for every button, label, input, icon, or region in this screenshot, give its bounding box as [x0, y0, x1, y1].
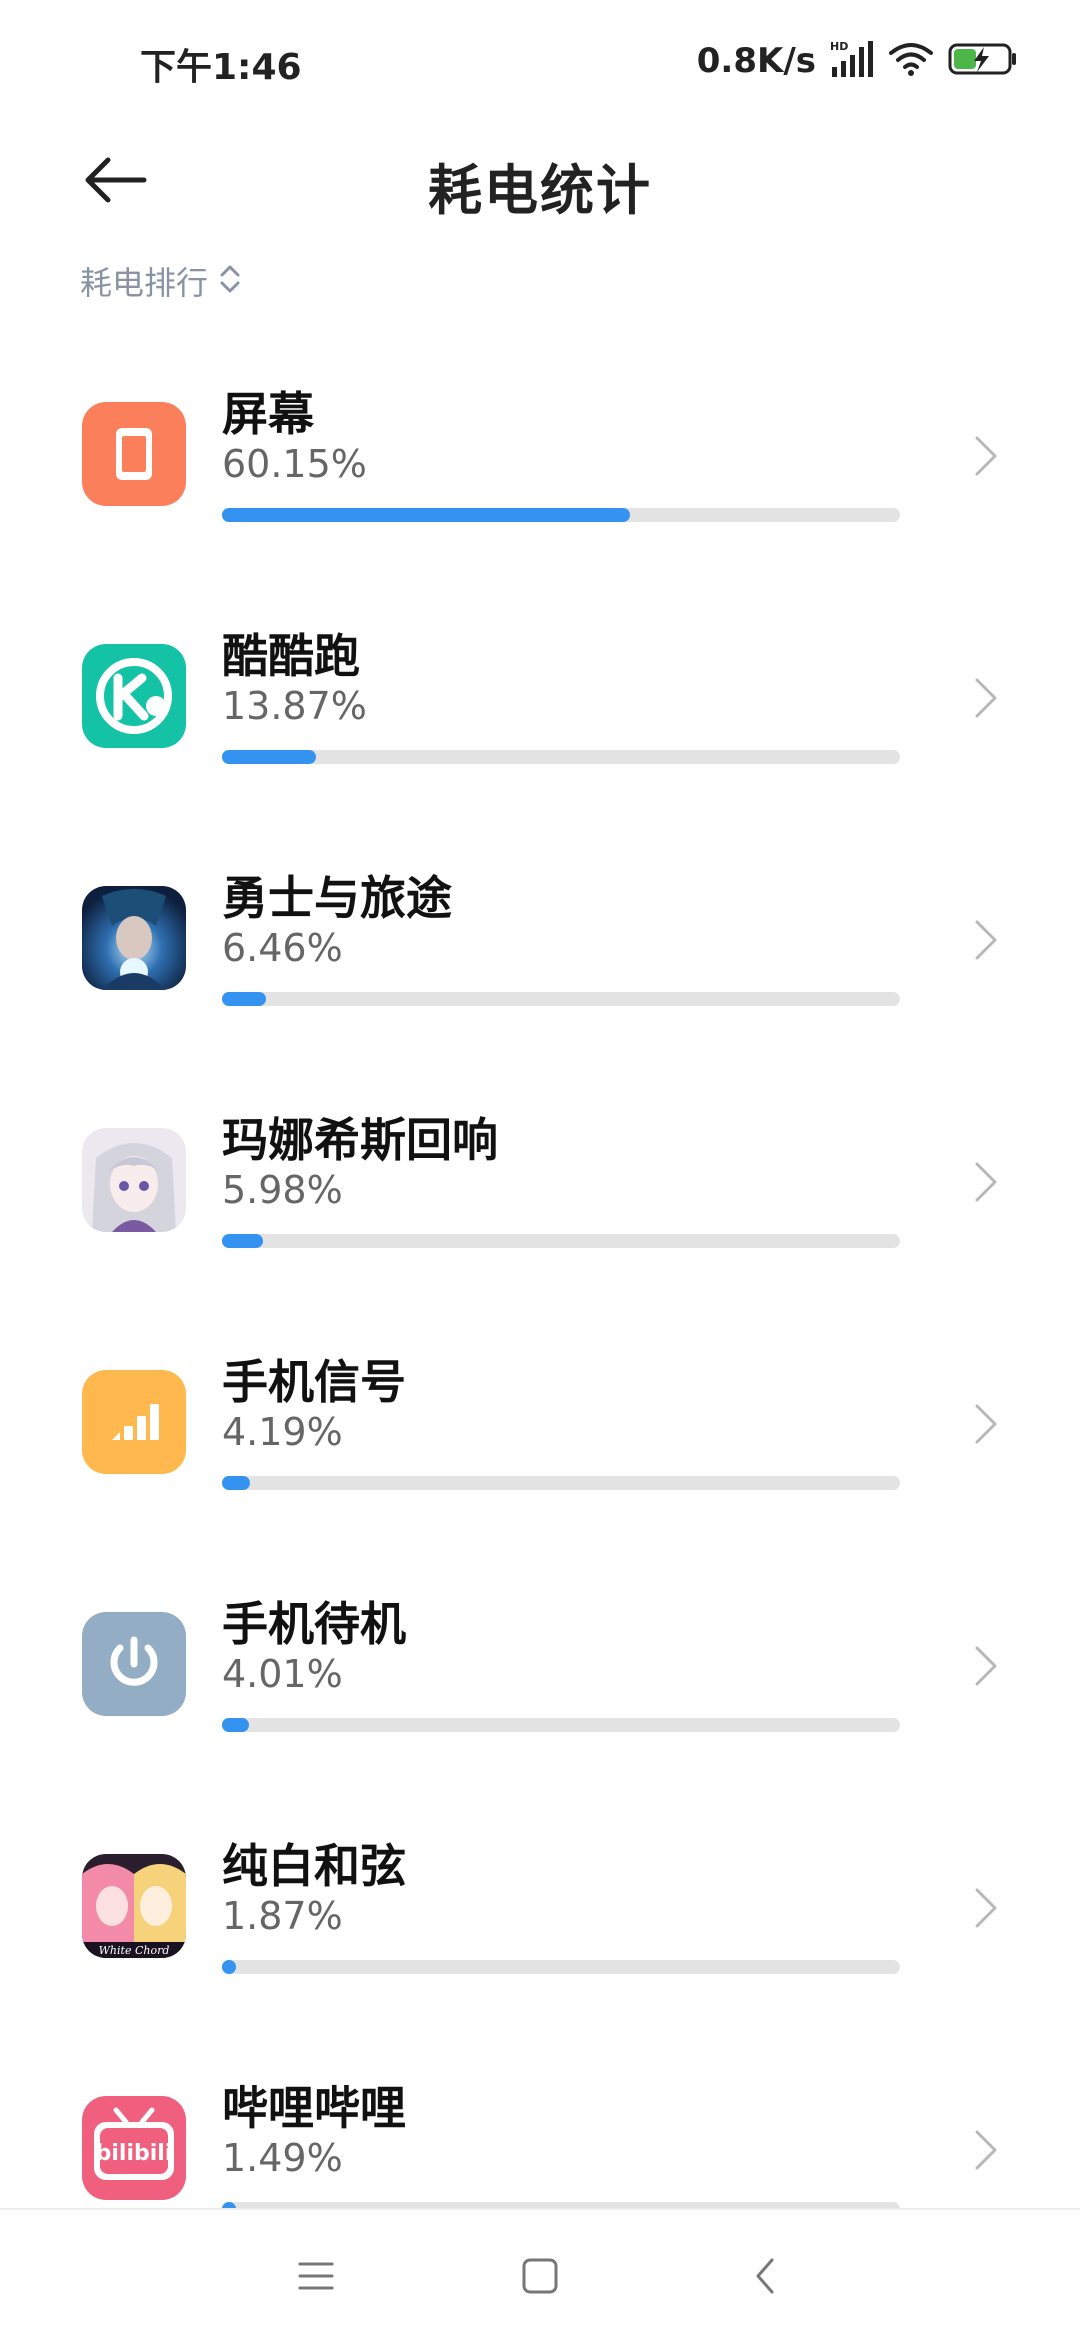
usage-percent: 4.19% [222, 1410, 343, 1454]
chevron-right-icon [975, 2130, 997, 2170]
power-icon [82, 1612, 186, 1716]
usage-percent: 1.49% [222, 2136, 343, 2180]
usage-bar-fill [222, 508, 630, 522]
usage-bar-fill [222, 1718, 250, 1732]
app-name: 玛娜希斯回响 [222, 1113, 498, 1167]
page-title: 耗电统计 [428, 159, 652, 222]
status-bar: 下午1:46 0.8K/s HD [0, 0, 1080, 120]
header: 耗电统计 [0, 130, 1080, 230]
usage-bar [222, 1960, 900, 1974]
cell-signal-icon [82, 1370, 186, 1474]
back-nav-icon[interactable] [744, 2254, 788, 2298]
home-icon[interactable] [518, 2254, 562, 2298]
app-name: 哔哩哔哩 [222, 2081, 406, 2135]
usage-bar-fill [222, 992, 266, 1006]
chevron-right-icon [975, 1646, 997, 1686]
menu-icon[interactable] [294, 2254, 338, 2298]
usage-percent: 6.46% [222, 926, 343, 970]
chevron-right-icon [975, 436, 997, 476]
list-item[interactable]: 手机信号 4.19% [0, 1322, 1080, 1564]
usage-percent: 60.15% [222, 442, 367, 486]
system-nav-bar [0, 2208, 1080, 2342]
usage-percent: 13.87% [222, 684, 367, 728]
usage-bar [222, 1476, 900, 1490]
app-usage-list: 屏幕 60.15% 酷酷跑 13.87% 勇士与旅途 6.46% 玛娜希斯回响 … [0, 354, 1080, 2290]
app-name: 酷酷跑 [222, 629, 360, 683]
wifi-icon [888, 41, 934, 81]
svg-text:White Chord: White Chord [99, 1944, 170, 1957]
list-item[interactable]: 手机待机 4.01% [0, 1564, 1080, 1806]
list-item[interactable]: 屏幕 60.15% [0, 354, 1080, 596]
chevron-right-icon [975, 1162, 997, 1202]
list-item[interactable]: 勇士与旅途 6.46% [0, 838, 1080, 1080]
usage-bar [222, 750, 900, 764]
usage-bar [222, 1234, 900, 1248]
usage-percent: 1.87% [222, 1894, 343, 1938]
white-chord-app-icon: White Chord [82, 1854, 186, 1958]
app-name: 勇士与旅途 [222, 871, 452, 925]
usage-bar-fill [222, 1960, 236, 1974]
chevron-right-icon [975, 1888, 997, 1928]
sort-selector[interactable]: 耗电排行 [80, 258, 242, 304]
list-item[interactable]: White Chord 纯白和弦 1.87% [0, 1806, 1080, 2048]
network-speed: 0.8K/s [696, 41, 816, 81]
usage-bar [222, 1718, 900, 1732]
app-name: 纯白和弦 [222, 1839, 406, 1893]
app-name: 手机信号 [222, 1355, 406, 1409]
usage-percent: 5.98% [222, 1168, 343, 1212]
manahis-echo-app-icon [82, 1128, 186, 1232]
usage-bar-fill [222, 1476, 251, 1490]
chevron-right-icon [975, 920, 997, 960]
usage-bar-fill [222, 750, 317, 764]
battery-charging-icon [948, 42, 1018, 80]
sort-updown-icon [218, 262, 242, 300]
app-name: 手机待机 [222, 1597, 406, 1651]
chevron-right-icon [975, 678, 997, 718]
sort-label: 耗电排行 [80, 264, 209, 302]
bilibili-app-icon: bilibili [82, 2096, 186, 2200]
status-time: 下午1:46 [140, 47, 302, 88]
usage-bar [222, 992, 900, 1006]
kukupao-app-icon [82, 644, 186, 748]
svg-text:HD: HD [830, 40, 848, 53]
chevron-right-icon [975, 1404, 997, 1444]
list-item[interactable]: 玛娜希斯回响 5.98% [0, 1080, 1080, 1322]
warrior-journey-app-icon [82, 886, 186, 990]
list-item[interactable]: 酷酷跑 13.87% [0, 596, 1080, 838]
svg-text:bilibili: bilibili [96, 2141, 173, 2166]
status-icons: 0.8K/s HD [697, 36, 1018, 86]
usage-bar [222, 508, 900, 522]
app-name: 屏幕 [222, 387, 314, 441]
screen-icon [82, 402, 186, 506]
usage-bar-fill [222, 1234, 263, 1248]
cell-signal-hd-icon: HD [830, 39, 874, 83]
usage-percent: 4.01% [222, 1652, 343, 1696]
